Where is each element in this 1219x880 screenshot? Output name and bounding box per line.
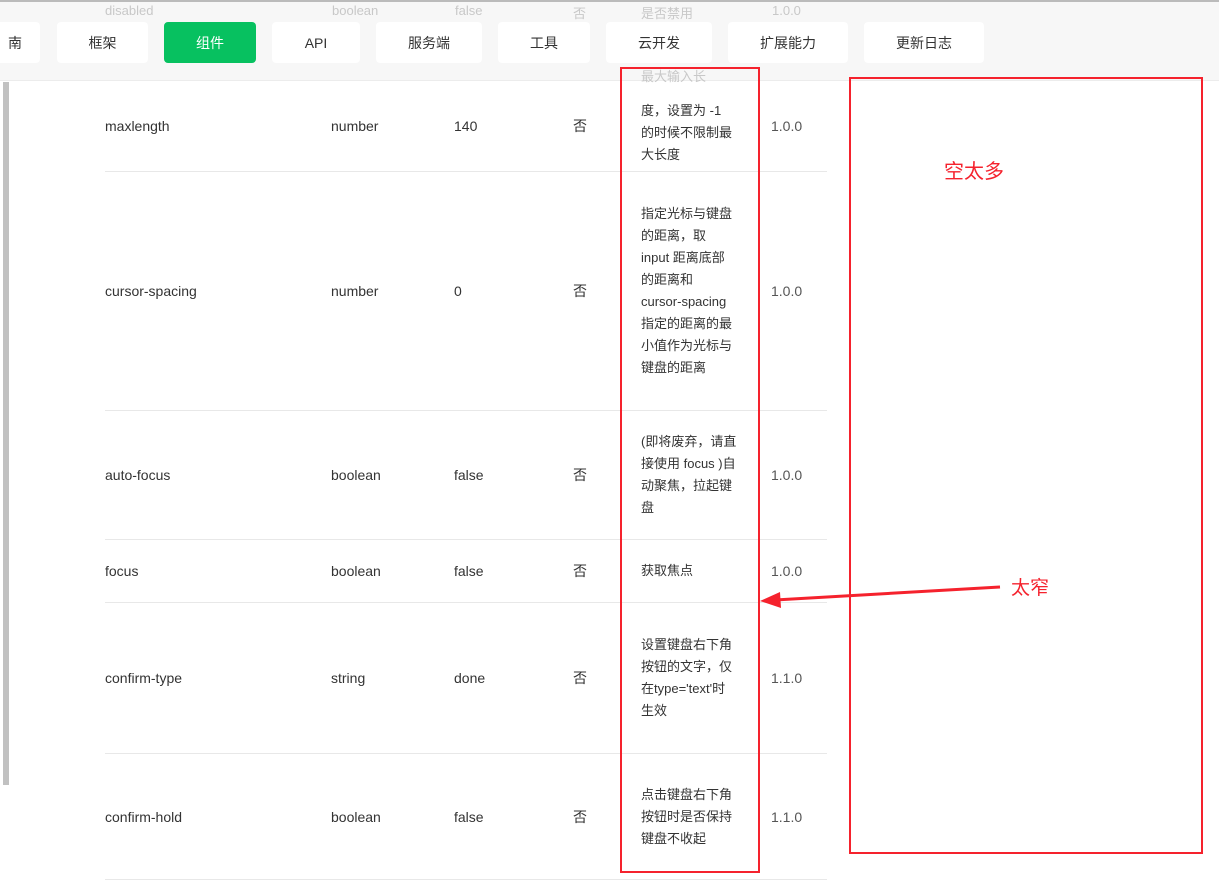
annotation-arrow-icon xyxy=(760,585,1001,608)
